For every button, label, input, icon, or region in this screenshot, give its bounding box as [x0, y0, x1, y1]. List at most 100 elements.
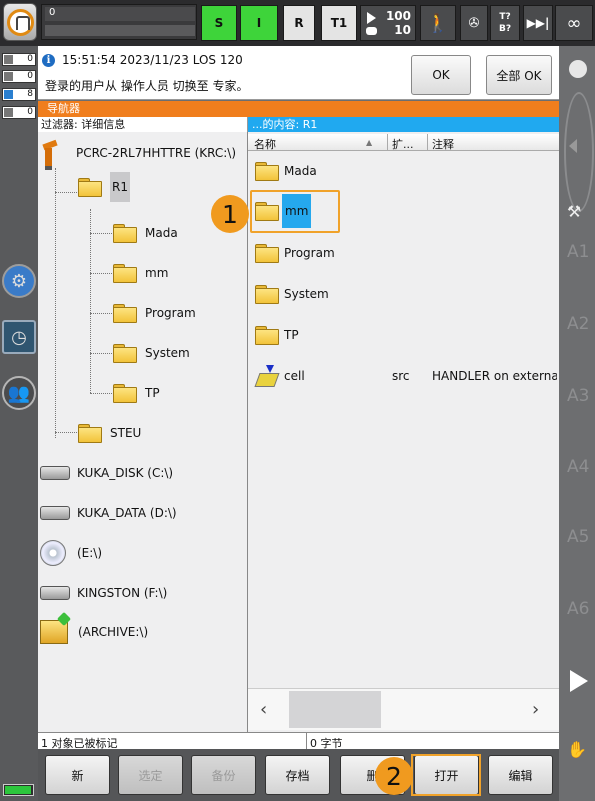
step-callout-2: 2	[375, 757, 413, 795]
tree-item-drive-d[interactable]: KUKA_DATA (D:\)	[40, 506, 177, 520]
tree-item-system[interactable]: System	[113, 344, 190, 363]
softkey-bar: 新 选定 备份 存档 删 打开 编辑	[38, 749, 559, 801]
scrollbar-thumb[interactable]	[289, 691, 381, 728]
axis-label-a2[interactable]: A2	[567, 314, 589, 334]
tree-item-r1[interactable]: R1	[78, 172, 130, 202]
skip-forward-icon: ▶▶|	[526, 16, 550, 30]
play-icon[interactable]	[570, 670, 588, 692]
override-button[interactable]: 100 10	[360, 5, 416, 41]
base-value: B?	[498, 24, 512, 34]
edit-button[interactable]: 编辑	[488, 755, 553, 795]
content-path-label: ...的内容: R1	[248, 117, 559, 132]
axis-label-a1[interactable]: A1	[567, 242, 589, 262]
gear-icon[interactable]: ⚙	[2, 264, 36, 298]
tree-item-mm[interactable]: mm	[113, 264, 169, 283]
tree-item-label: STEU	[110, 426, 142, 440]
tree-item-label: Mada	[145, 226, 178, 240]
archive-icon	[40, 620, 68, 644]
chevron-right-icon[interactable]: ›	[532, 699, 539, 720]
operating-mode-button[interactable]: T1	[321, 5, 357, 41]
axis-label-a5[interactable]: A5	[567, 527, 589, 547]
program-run-mode-button[interactable]: 🚶	[420, 5, 456, 41]
horizontal-scrollbar[interactable]: ‹ ›	[248, 688, 559, 730]
main-menu-button[interactable]	[3, 3, 37, 41]
select-button[interactable]: 选定	[118, 755, 183, 795]
program-progress-bar	[45, 25, 195, 36]
program-line-number: 0	[45, 7, 195, 21]
infinity-icon: ∞	[566, 12, 582, 34]
space-mouse-ring[interactable]	[564, 92, 594, 212]
axis-label-a6[interactable]: A6	[567, 599, 589, 619]
error-counter[interactable]: 0	[2, 53, 36, 66]
tree-item-program[interactable]: Program	[113, 304, 196, 323]
backup-button[interactable]: 备份	[191, 755, 256, 795]
wait-counter[interactable]: 0	[2, 106, 36, 119]
tree-item-steu[interactable]: STEU	[78, 424, 142, 443]
hard-drive-icon	[40, 466, 70, 480]
battery-icon	[3, 784, 34, 796]
list-item[interactable]: Mada	[248, 156, 559, 186]
list-item[interactable]: System	[248, 279, 559, 309]
gripper-icon: ✇	[468, 15, 480, 31]
globe-icon[interactable]	[569, 60, 587, 78]
axis-label-a4[interactable]: A4	[567, 457, 589, 477]
continuous-jog-button[interactable]: ∞	[555, 5, 593, 41]
jog-override-value: 10	[394, 23, 411, 37]
clock-icon[interactable]: ◷	[2, 320, 36, 354]
status-bar: 1 对象已被标记 0 字节	[38, 732, 559, 750]
new-button[interactable]: 新	[45, 755, 110, 795]
program-status-field: 0	[41, 4, 197, 40]
tree-item-label: TP	[145, 386, 160, 400]
tool-base-button[interactable]: T? B?	[490, 5, 520, 41]
hard-drive-icon	[40, 506, 70, 520]
users-icon[interactable]: 👥	[2, 376, 36, 410]
hand-icon[interactable]: ✋	[567, 740, 587, 759]
warning-counter[interactable]: 0	[2, 70, 36, 83]
message-timestamp: 15:51:54 2023/11/23 LOS 120	[62, 53, 243, 67]
submit-interpreter-button[interactable]: S	[201, 5, 237, 41]
robot-jog-icon[interactable]: ⚒	[567, 202, 581, 221]
ok-button[interactable]: OK	[411, 55, 471, 95]
tree-item-label: (ARCHIVE:\)	[78, 625, 149, 639]
warning-icon	[4, 72, 13, 81]
folder-open-icon	[78, 178, 102, 197]
robot-controller-icon	[40, 138, 62, 170]
archive-button[interactable]: 存档	[265, 755, 330, 795]
tree-item-label: KUKA_DATA (D:\)	[77, 506, 177, 520]
axis-label-a3[interactable]: A3	[567, 386, 589, 406]
tree-item-archive[interactable]: (ARCHIVE:\)	[40, 620, 148, 644]
column-name[interactable]: 名称	[254, 136, 276, 152]
folder-icon	[78, 424, 102, 443]
tree-item-root[interactable]: PCRC-2RL7HHTTRE (KRC:\)	[40, 138, 236, 170]
left-side-panel: 0 0 8 0 ⚙ ◷ 👥	[0, 46, 38, 801]
tree-item-tp[interactable]: TP	[113, 384, 160, 403]
tree-item-label: System	[145, 346, 190, 360]
incremental-jog-button[interactable]: ▶▶|	[523, 5, 553, 41]
list-item[interactable]: cell src HANDLER on external ...	[248, 361, 559, 391]
folder-icon	[113, 384, 137, 403]
walking-figure-icon: 🚶	[426, 12, 450, 34]
list-item[interactable]: Program	[248, 238, 559, 268]
play-icon	[367, 12, 376, 24]
info-counter[interactable]: 8	[2, 88, 36, 101]
drives-on-button[interactable]: I	[240, 5, 278, 41]
column-extension[interactable]: 扩...	[392, 136, 414, 152]
filter-label[interactable]: 过滤器: 详细信息	[38, 117, 248, 132]
tree-item-mada[interactable]: Mada	[113, 224, 178, 243]
robot-interpreter-button[interactable]: R	[283, 5, 315, 41]
folder-icon	[255, 244, 279, 263]
column-comment[interactable]: 注释	[432, 136, 454, 152]
tree-item-drive-c[interactable]: KUKA_DISK (C:\)	[40, 466, 173, 480]
tree-item-label: Program	[145, 306, 196, 320]
folder-icon	[255, 326, 279, 345]
chevron-left-icon[interactable]: ‹	[260, 699, 267, 720]
tree-item-label: mm	[145, 266, 169, 280]
tool-icon-button[interactable]: ✇	[460, 5, 488, 41]
all-ok-button[interactable]: 全部 OK	[486, 55, 552, 95]
tree-item-drive-e[interactable]: (E:\)	[40, 540, 102, 566]
kuka-robot-icon	[7, 9, 34, 36]
callout-highlight-box	[250, 190, 340, 233]
error-icon	[4, 55, 13, 64]
tree-item-drive-f[interactable]: KINGSTON (F:\)	[40, 586, 167, 600]
list-item[interactable]: TP	[248, 320, 559, 350]
